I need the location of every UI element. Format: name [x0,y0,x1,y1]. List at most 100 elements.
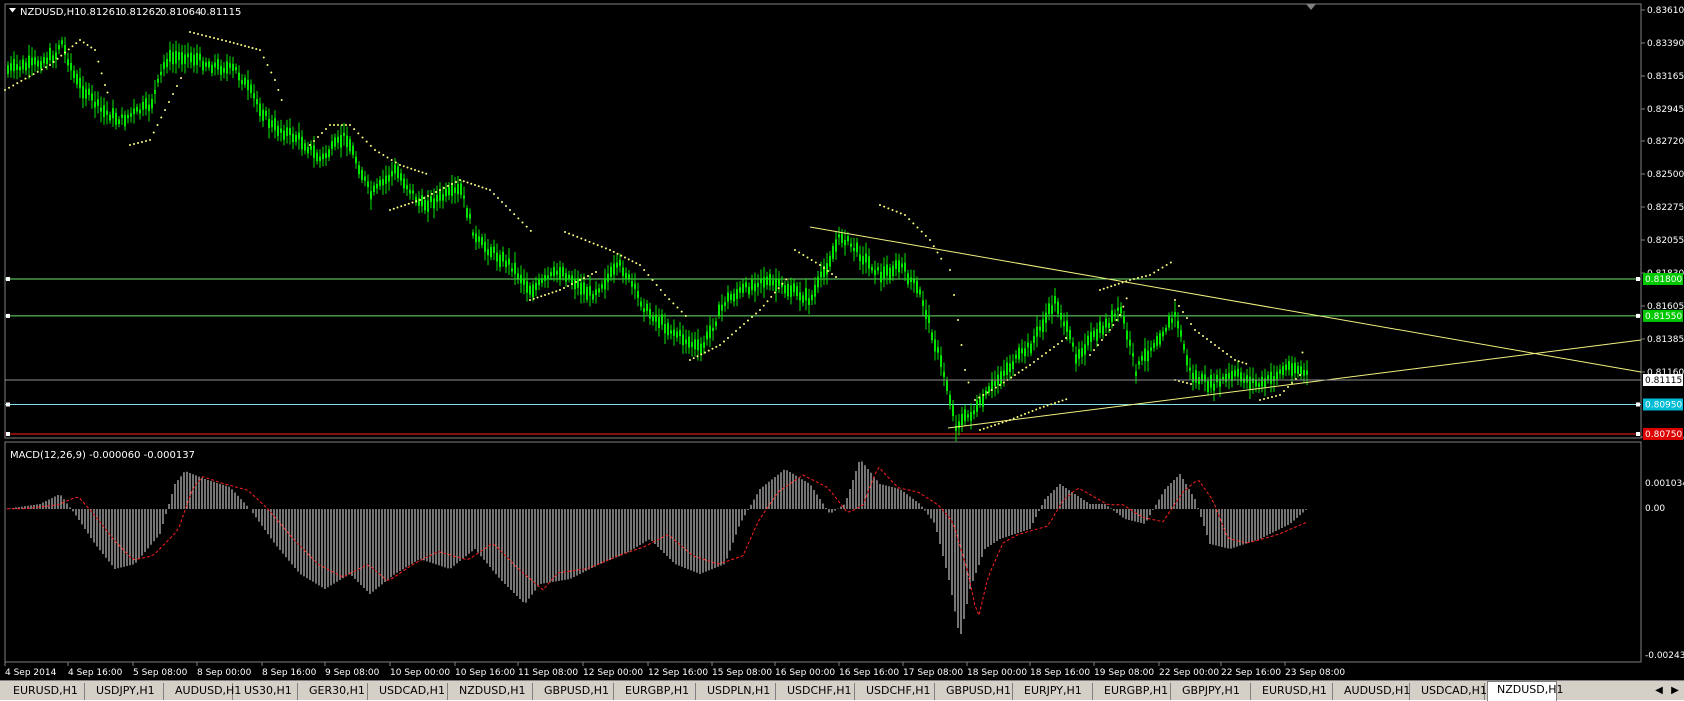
level-handle-left[interactable] [6,432,10,436]
chart-canvas[interactable]: NZDUSD,H1 0.81261 0.81262 0.81064 0.8111… [0,0,1684,680]
candle-body [775,279,777,292]
chart-tab[interactable]: EURUSD,H1 [4,683,85,700]
sar-dot [1259,399,1261,401]
candle-body [133,108,135,115]
level-handle-right[interactable] [1636,277,1640,281]
chart-tab[interactable]: USDJPY,H1 [87,683,164,700]
sar-dot [205,35,207,37]
chart-tab[interactable]: USDPLN,H1 [698,683,776,700]
candle-body [79,77,81,89]
sar-dot [1182,381,1184,383]
level-handle-right[interactable] [1636,402,1640,407]
candle-body [121,114,123,118]
candle-body [853,247,855,252]
sar-dot [419,199,421,201]
sar-dot [1301,351,1304,354]
candle-body [91,93,93,101]
sar-dot [392,207,395,210]
chart-tab[interactable]: USDCAD,H1 [370,683,448,700]
candle-body [382,179,384,186]
level-handle-right[interactable] [1636,313,1640,318]
arrow-right-icon[interactable]: ▶ [1668,684,1682,698]
chart-tab[interactable]: EURJPY,H1 [1015,683,1093,700]
candle-body [508,258,510,265]
sar-dot [1186,317,1188,319]
chart-tab[interactable]: GER30,H1 [300,683,368,700]
sar-dot [1065,337,1067,339]
candle-body [1243,378,1245,383]
sar-dot [60,54,63,57]
sar-dot [986,391,989,394]
candle-body [592,294,594,300]
chart-tab[interactable]: AUDUSD,H1 [1335,683,1410,700]
sar-dot [509,209,511,211]
level-label: 0.81800 [1645,275,1682,285]
sar-dot [990,389,993,391]
candle-body [1099,321,1101,333]
macd-panel[interactable] [4,441,1642,663]
level-handle-left[interactable] [6,277,10,281]
level-handle-left[interactable] [6,402,10,407]
sar-dot [414,169,416,171]
chart-tab[interactable]: EURUSD,H1 [1253,683,1333,700]
candle-body [1300,366,1302,375]
chart-tab[interactable]: EURGBP,H1 [616,683,696,700]
candle-body [1291,363,1293,376]
candle-body [364,176,366,181]
sar-dot [232,42,235,44]
candle-body [727,292,729,302]
candle-body [817,276,819,288]
candle-body [847,235,849,242]
chart-tab[interactable]: US30,H1 [235,683,298,700]
sar-dot [575,281,577,283]
sar-dot [425,172,428,175]
candle-body [253,93,255,99]
candle-body [694,339,696,350]
sar-dot [402,165,405,168]
sar-dot [525,225,528,228]
sar-dot [831,273,833,275]
chart-tab[interactable]: GBPJPY,H1 [1173,683,1251,700]
arrow-left-icon[interactable]: ◀ [1652,684,1666,698]
chart-tab[interactable]: USDCAD,H1 [1412,683,1487,700]
candle-body [61,40,63,45]
sar-dot [596,244,599,247]
level-handle-right[interactable] [1636,432,1640,436]
level-handle-left[interactable] [6,313,10,318]
candle-body [646,303,648,311]
chart-tab[interactable]: AUDUSD,H1 [166,683,241,700]
sar-dot [145,140,147,142]
chart-tab[interactable]: USDCHF,H1 [778,683,855,700]
candle-body [703,342,705,348]
chart-tab[interactable]: USDCHF,H1 [857,683,935,700]
sar-dot [1027,411,1030,414]
sar-dot [447,185,449,187]
candle-body [307,146,309,154]
sar-dot [529,299,531,301]
time-tick-label: 8 Sep 00:00 [197,668,252,678]
candle-body [280,128,282,133]
candle-body [391,170,393,177]
candle-body [685,339,687,344]
price-panel[interactable] [4,3,1642,439]
chart-window[interactable]: NZDUSD,H1 0.81261 0.81262 0.81064 0.8111… [0,0,1684,680]
sar-dot [443,187,445,189]
sar-dot [90,46,93,49]
chart-tab[interactable]: GBPUSD,H1 [535,683,614,700]
candle-body [430,196,432,203]
chart-tab[interactable]: EURGBP,H1 [1095,683,1171,700]
sar-dot [435,191,437,193]
chart-tab[interactable]: GBPUSD,H1 [937,683,1013,700]
candle-body [16,64,18,71]
candle-body [664,323,666,334]
chart-tab[interactable]: NZDUSD,H1 [1487,681,1564,701]
sar-dot [1186,382,1188,384]
candle-body [1081,348,1083,357]
sar-dot [79,39,81,41]
chart-tab[interactable]: NZDUSD,H1 [450,683,533,700]
sar-dot [1161,266,1164,269]
sar-dot [707,349,710,352]
level-label: 0.81550 [1645,312,1682,322]
sar-dot [407,202,410,205]
candle-body [175,50,177,64]
